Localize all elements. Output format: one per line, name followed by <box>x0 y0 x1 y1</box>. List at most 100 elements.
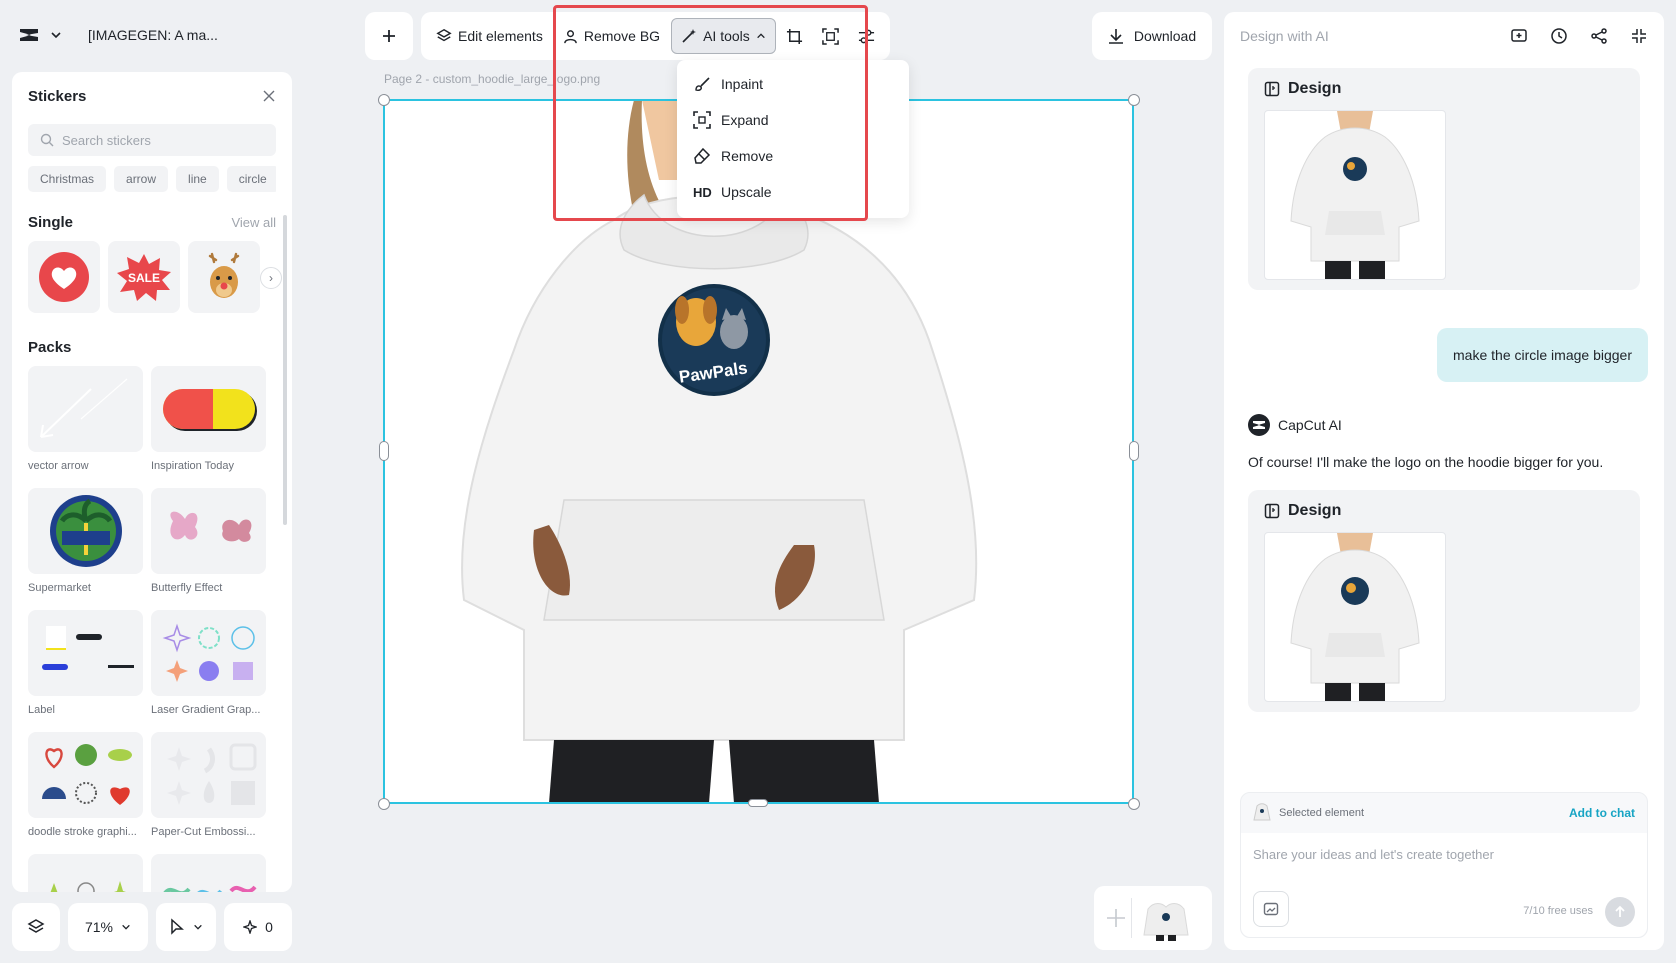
pack-item[interactable]: Laser Gradient Grap... <box>151 610 266 726</box>
design-icon <box>1264 503 1280 519</box>
pack-item[interactable] <box>28 854 143 892</box>
stickers-panel: Stickers Search stickers Christmas arrow… <box>12 72 292 892</box>
adjust-button[interactable] <box>850 18 884 54</box>
eraser-icon <box>694 147 711 164</box>
add-to-chat-button[interactable]: Add to chat <box>1569 806 1635 820</box>
pill-thumbnail <box>151 366 266 452</box>
resize-handle-bottom-right[interactable] <box>1128 798 1140 810</box>
pack-item[interactable]: Supermarket <box>28 488 143 604</box>
hd-icon: HD <box>693 184 712 200</box>
scan-icon <box>822 27 840 45</box>
pack-item[interactable]: vector arrow <box>28 366 143 482</box>
doodle-thumbnail <box>28 732 143 818</box>
chip-circle[interactable]: circle <box>226 166 276 192</box>
send-button[interactable] <box>1605 897 1635 927</box>
chevron-down-icon[interactable] <box>50 29 62 41</box>
resize-handle-top-right[interactable] <box>1128 94 1140 106</box>
search-input[interactable]: Search stickers <box>28 124 276 156</box>
menu-item-remove[interactable]: Remove <box>677 138 909 174</box>
panel-scrollbar[interactable] <box>283 215 287 525</box>
capcut-logo-icon[interactable] <box>18 26 40 44</box>
more-pack-thumbnail <box>28 854 143 892</box>
attach-image-button[interactable] <box>1253 891 1289 927</box>
page-thumbnail[interactable] <box>1142 895 1190 941</box>
credits-button[interactable]: 0 <box>224 903 292 951</box>
add-page-button[interactable] <box>1100 898 1132 938</box>
menu-item-label: Upscale <box>721 184 772 200</box>
layers-button[interactable] <box>12 903 60 951</box>
page-label: Page 2 - custom_hoodie_large_logo.png <box>384 72 601 86</box>
pack-item[interactable]: doodle stroke graphi... <box>28 732 143 848</box>
design-card[interactable]: Design <box>1248 68 1640 290</box>
design-card-title: Design <box>1288 80 1342 97</box>
chevron-up-icon <box>756 33 765 39</box>
magic-wand-icon <box>682 29 697 43</box>
chevron-right-icon[interactable]: › <box>260 267 282 289</box>
user-message: make the circle image bigger <box>1437 328 1648 382</box>
selected-element-thumbnail-icon <box>1253 803 1271 821</box>
ai-tools-button[interactable]: AI tools <box>671 18 776 54</box>
design-card[interactable]: Design <box>1248 490 1640 712</box>
sale-sticker[interactable]: SALE <box>108 241 180 313</box>
zoom-value: 71% <box>84 919 114 935</box>
paper-cut-thumbnail <box>151 732 266 818</box>
pack-item[interactable]: Paper-Cut Embossi... <box>151 732 266 848</box>
chip-line[interactable]: line <box>176 166 219 192</box>
share-icon[interactable] <box>1590 27 1608 45</box>
pack-item[interactable] <box>151 854 266 892</box>
person-icon <box>564 29 577 43</box>
chat-input[interactable]: Share your ideas and let's create togeth… <box>1241 833 1647 937</box>
pack-name: Paper-Cut Embossi... <box>151 826 256 838</box>
chip-arrow[interactable]: arrow <box>114 166 169 192</box>
laser-gradient-thumbnail <box>151 610 266 696</box>
design-thumbnail[interactable] <box>1264 110 1446 280</box>
assistant-name: CapCut AI <box>1278 417 1342 433</box>
edit-elements-button[interactable]: Edit elements <box>427 18 552 54</box>
ai-panel-title: Design with AI <box>1240 28 1329 44</box>
resize-handle-left[interactable] <box>379 441 389 461</box>
design-thumbnail[interactable] <box>1264 532 1446 702</box>
resize-handle-top-left[interactable] <box>378 94 390 106</box>
menu-item-upscale[interactable]: HD Upscale <box>677 174 909 210</box>
plus-icon <box>1106 909 1125 927</box>
chip-christmas[interactable]: Christmas <box>28 166 107 192</box>
label-thumbnail <box>28 610 143 696</box>
layers-icon <box>436 28 452 42</box>
crop-button[interactable] <box>778 18 812 54</box>
layers-icon <box>27 919 45 933</box>
collapse-icon[interactable] <box>1630 27 1648 45</box>
ai-tools-label: AI tools <box>703 28 750 44</box>
reindeer-sticker[interactable] <box>188 241 260 313</box>
assistant-header: CapCut AI <box>1248 414 1342 436</box>
pack-item[interactable]: Butterfly Effect <box>151 488 266 604</box>
sale-sticker-text: SALE <box>128 271 160 285</box>
chevron-down-icon <box>122 924 130 930</box>
remove-bg-button[interactable]: Remove BG <box>554 18 669 54</box>
zoom-select[interactable]: 71% <box>68 903 148 951</box>
resize-handle-right[interactable] <box>1129 441 1139 461</box>
menu-item-label: Inpaint <box>721 76 764 92</box>
view-all-link[interactable]: View all <box>231 215 276 230</box>
selected-element-label: Selected element <box>1279 807 1364 819</box>
scan-button[interactable] <box>814 18 848 54</box>
new-chat-icon[interactable] <box>1510 27 1528 45</box>
chat-input-placeholder: Share your ideas and let's create togeth… <box>1253 847 1494 862</box>
sliders-icon <box>859 29 875 43</box>
pointer-tool-button[interactable] <box>156 903 216 951</box>
expand-icon <box>693 111 711 129</box>
project-name[interactable]: [IMAGEGEN: A ma... <box>88 27 218 43</box>
menu-item-inpaint[interactable]: Inpaint <box>677 66 909 102</box>
pack-item[interactable]: Inspiration Today <box>151 366 266 482</box>
pack-name: Inspiration Today <box>151 460 234 472</box>
download-button[interactable]: Download <box>1092 12 1212 60</box>
close-icon[interactable] <box>262 89 276 103</box>
pack-name: Label <box>28 704 55 716</box>
menu-item-expand[interactable]: Expand <box>677 102 909 138</box>
pack-item[interactable]: Label <box>28 610 143 726</box>
resize-handle-bottom-left[interactable] <box>378 798 390 810</box>
add-button[interactable] <box>365 12 413 60</box>
heart-sticker[interactable] <box>28 241 100 313</box>
resize-handle-bottom[interactable] <box>748 799 768 807</box>
history-icon[interactable] <box>1550 27 1568 45</box>
toolbar: Edit elements Remove BG AI tools <box>421 12 890 60</box>
